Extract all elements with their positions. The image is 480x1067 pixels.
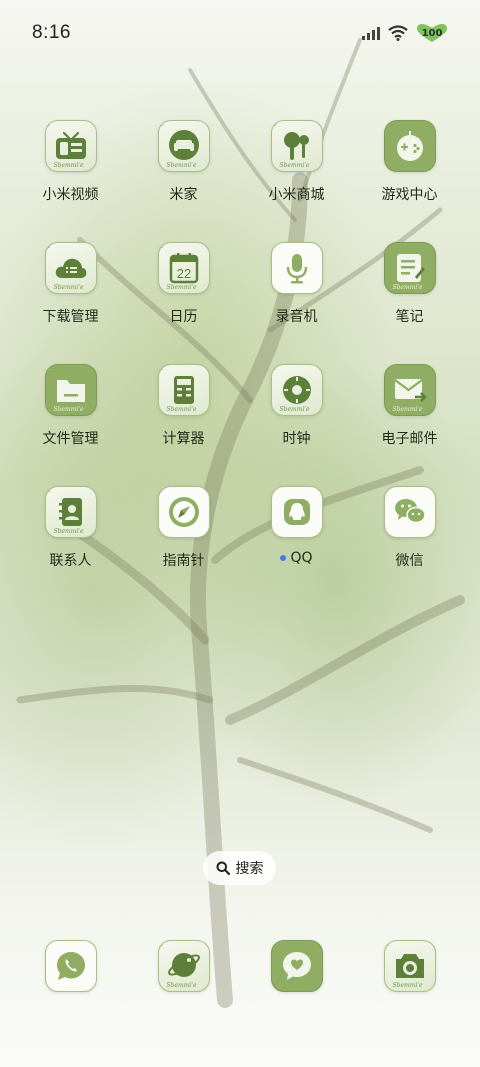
search-label: 搜索 (235, 861, 264, 877)
app-label: 电子邮件 (381, 431, 438, 447)
camera-icon: ❦ Sbemmi'e (383, 940, 436, 992)
dock-phone[interactable] (14, 940, 127, 1000)
app-label: 文件管理 (42, 431, 99, 447)
qq-icon (270, 486, 323, 538)
app-email[interactable]: Sbemmi'e 电子邮件 (353, 364, 466, 456)
notes-icon: Sbemmi'e (383, 242, 436, 294)
app-wechat[interactable]: 微信 (353, 486, 466, 578)
app-calendar[interactable]: ❦ 22 Sbemmi'e 日历 (127, 242, 240, 334)
app-label: QQ (290, 550, 313, 566)
app-label: 下载管理 (42, 309, 99, 325)
dock-messages[interactable] (240, 940, 353, 1000)
app-clock[interactable]: ❦ Sbemmi'e 时钟 (240, 364, 353, 456)
search-button[interactable]: 搜索 (203, 851, 276, 885)
app-label: 指南针 (162, 553, 205, 569)
app-label: 小米商城 (268, 187, 325, 203)
app-mijia[interactable]: ❦ Sbemmi'e 米家 (127, 120, 240, 212)
app-notes[interactable]: Sbemmi'e 笔记 (353, 242, 466, 334)
calculator-icon: ❦ Sbemmi'e (157, 364, 210, 416)
app-label: 计算器 (162, 431, 205, 447)
battery-level: 100 (421, 27, 443, 39)
app-qq[interactable]: QQ (240, 486, 353, 578)
app-game-center[interactable]: 游戏中心 (353, 120, 466, 212)
calendar-icon: ❦ 22 Sbemmi'e (157, 242, 210, 294)
app-recorder[interactable]: 录音机 (240, 242, 353, 334)
svg-text:22: 22 (176, 266, 190, 281)
gamepad-icon (383, 120, 436, 172)
microphone-icon (270, 242, 323, 294)
app-compass[interactable]: 指南针 (127, 486, 240, 578)
app-label: 日历 (169, 309, 198, 325)
app-mi-video[interactable]: ❦ Sbemmi'e 小米视频 (14, 120, 127, 212)
sofa-icon: ❦ Sbemmi'e (157, 120, 210, 172)
shopping-bag-icon: ❦ Sbemmi'e (270, 120, 323, 172)
status-bar: 8:16 100 (0, 0, 480, 66)
dock-browser[interactable]: ❦ Sbemmi'e (127, 940, 240, 1000)
app-label: 笔记 (395, 309, 424, 325)
clock-icon: ❦ Sbemmi'e (270, 364, 323, 416)
app-label: 微信 (395, 553, 424, 569)
dock: ❦ Sbemmi'e ❦ Sbemmi'e (14, 940, 466, 1000)
app-mi-store[interactable]: ❦ Sbemmi'e 小米商城 (240, 120, 353, 212)
wifi-icon (388, 25, 408, 41)
app-label: 录音机 (275, 309, 318, 325)
phone-icon (44, 940, 97, 992)
app-file-manager[interactable]: ❦ Sbemmi'e 文件管理 (14, 364, 127, 456)
message-icon (270, 940, 323, 992)
cloud-download-icon: ❦ Sbemmi'e (44, 242, 97, 294)
notification-dot (280, 555, 287, 561)
app-grid: ❦ Sbemmi'e 小米视频 ❦ Sbemmi'e 米家 ❦ Sbemmi'e… (14, 120, 466, 578)
app-label: 联系人 (49, 553, 92, 569)
app-label: 小米视频 (42, 187, 99, 203)
wechat-icon (383, 486, 436, 538)
battery-indicator: 100 (416, 23, 448, 43)
app-label: 时钟 (282, 431, 311, 447)
cellular-signal-icon (362, 26, 380, 40)
browser-icon: ❦ Sbemmi'e (157, 940, 210, 992)
app-label: 游戏中心 (381, 187, 438, 203)
clock-time: 8:16 (32, 22, 71, 43)
status-icons: 100 (362, 23, 448, 43)
compass-icon (157, 486, 210, 538)
app-label: 米家 (169, 187, 198, 203)
app-contacts[interactable]: ❦ Sbemmi'e 联系人 (14, 486, 127, 578)
app-label-qq: QQ (280, 550, 313, 566)
tv-icon: ❦ Sbemmi'e (44, 120, 97, 172)
dock-camera[interactable]: ❦ Sbemmi'e (353, 940, 466, 1000)
contacts-icon: ❦ Sbemmi'e (44, 486, 97, 538)
folder-icon: ❦ Sbemmi'e (44, 364, 97, 416)
app-downloads[interactable]: ❦ Sbemmi'e 下载管理 (14, 242, 127, 334)
app-calculator[interactable]: ❦ Sbemmi'e 计算器 (127, 364, 240, 456)
mail-icon: Sbemmi'e (383, 364, 436, 416)
search-icon (216, 861, 230, 875)
